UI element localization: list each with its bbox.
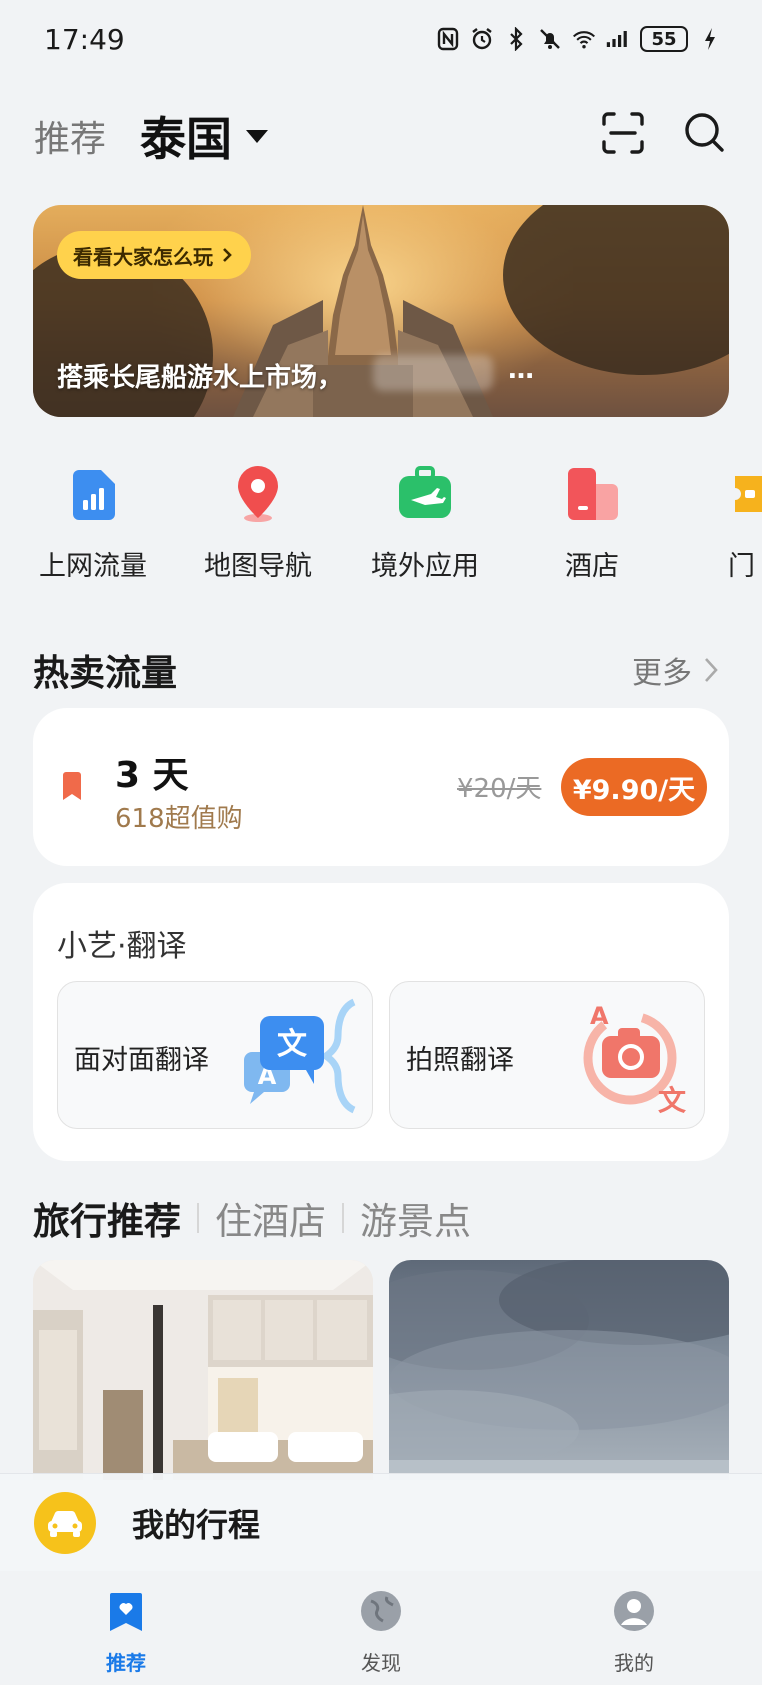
header: 推荐 泰国 <box>0 96 762 176</box>
globe-icon <box>361 1591 401 1631</box>
car-icon <box>34 1491 96 1554</box>
my-itinerary-bar[interactable]: 我的行程 <box>0 1473 762 1571</box>
banner-caption: 搭乘长尾船游水上市场， <box>57 363 344 393</box>
quick-entry-label: 地图导航 <box>204 551 312 582</box>
search-icon <box>685 113 724 152</box>
more-label: 更多 <box>632 656 692 691</box>
translate-option-label: 拍照翻译 <box>406 1045 514 1076</box>
tab-divider <box>197 1203 199 1233</box>
face-to-face-translate-button[interactable]: 面对面翻译 A 文 <box>57 981 373 1129</box>
chevron-down-icon[interactable] <box>246 129 269 143</box>
charging-icon <box>698 27 722 51</box>
signal-icon <box>606 27 630 51</box>
status-icons: 55 <box>436 26 722 52</box>
map-pin-icon <box>238 466 278 522</box>
banner-ellipsis: … <box>508 355 534 385</box>
mute-icon <box>538 27 562 51</box>
cloudy-sky-photo[interactable] <box>389 1260 729 1480</box>
quick-entry-label: 上网流量 <box>39 551 147 582</box>
nav-label: 推荐 <box>106 1651 146 1675</box>
photo-translate-icon: A 文 <box>583 1002 686 1117</box>
quick-entries: 上网流量 地图导航 境外应用 酒店 门 <box>0 462 762 592</box>
region-selector[interactable]: 泰国 <box>140 103 232 169</box>
nfc-icon <box>436 27 460 51</box>
svg-text:A: A <box>590 1002 609 1030</box>
status-bar: 17:49 55 <box>0 0 762 78</box>
travel-bag-icon <box>399 466 451 518</box>
itinerary-label: 我的行程 <box>132 1505 261 1544</box>
nav-label: 我的 <box>614 1651 654 1675</box>
status-time: 17:49 <box>44 22 125 56</box>
bottom-nav: 推荐 发现 我的 <box>0 1571 762 1685</box>
plan-original-price: ¥20/天 <box>457 774 542 804</box>
scan-icon <box>602 112 644 154</box>
nav-mine[interactable]: 我的 <box>564 1589 704 1676</box>
hotel-icon <box>568 468 618 520</box>
nav-recommend[interactable]: 推荐 <box>56 1589 196 1676</box>
alarm-icon <box>470 27 494 51</box>
tab-divider <box>342 1203 344 1233</box>
translate-card: 小艺·翻译 面对面翻译 A 文 拍照翻译 A 文 <box>33 883 729 1161</box>
bluetooth-icon <box>504 27 528 51</box>
nav-label: 发现 <box>361 1651 401 1675</box>
pill-label: 看看大家怎么玩 <box>73 244 213 269</box>
tab-travel-recommend[interactable]: 旅行推荐 <box>33 1191 181 1245</box>
quick-entry-data[interactable]: 上网流量 <box>18 462 168 583</box>
quick-entry-map[interactable]: 地图导航 <box>183 462 333 583</box>
tab-hotels[interactable]: 住酒店 <box>215 1191 326 1245</box>
banner-caption-obscured <box>373 355 493 391</box>
section-title-hot-data: 热卖流量 <box>33 653 178 694</box>
quick-entry-label: 境外应用 <box>371 551 479 582</box>
buy-price-button[interactable]: ¥9.90/天 <box>561 758 707 816</box>
wifi-icon <box>572 27 596 51</box>
data-plan-card[interactable]: 3 天 618超值购 ¥20/天 ¥9.90/天 <box>33 708 729 866</box>
profile-icon <box>614 1591 654 1631</box>
svg-text:文: 文 <box>277 1027 307 1062</box>
travel-tabs: 旅行推荐 住酒店 游景点 <box>33 1192 471 1244</box>
bookmark-icon <box>63 772 81 800</box>
quick-entry-label: 门 <box>728 551 755 582</box>
hotel-room-photo[interactable] <box>33 1260 373 1480</box>
search-button[interactable] <box>680 108 730 158</box>
quick-entry-label: 酒店 <box>565 551 619 582</box>
photo-translate-button[interactable]: 拍照翻译 A 文 <box>389 981 705 1129</box>
tab-attractions[interactable]: 游景点 <box>360 1191 471 1245</box>
tab-recommend[interactable]: 推荐 <box>34 110 106 162</box>
data-signal-icon <box>73 470 115 520</box>
translate-title: 小艺·翻译 <box>57 929 187 964</box>
chevron-right-icon <box>705 658 718 682</box>
ticket-icon <box>735 476 762 512</box>
battery-indicator: 55 <box>640 26 688 52</box>
hero-banner[interactable]: 看看大家怎么玩 搭乘长尾船游水上市场， … <box>33 205 729 417</box>
plan-promo: 618超值购 <box>115 804 243 834</box>
recommend-icon <box>110 1593 142 1631</box>
cloudy-sky-image <box>389 1260 729 1480</box>
plan-duration: 3 天 <box>115 755 189 796</box>
quick-entry-overseas-apps[interactable]: 境外应用 <box>350 462 500 583</box>
chevron-right-icon <box>223 248 232 262</box>
face-to-face-translate-icon: A 文 <box>244 998 356 1114</box>
scan-button[interactable] <box>598 108 648 158</box>
translate-option-label: 面对面翻译 <box>74 1045 209 1076</box>
more-link[interactable]: 更多 <box>632 648 718 692</box>
svg-text:文: 文 <box>658 1084 686 1117</box>
see-how-others-play-button[interactable]: 看看大家怎么玩 <box>57 231 251 279</box>
quick-entry-tickets[interactable]: 门 <box>680 462 762 583</box>
nav-discover[interactable]: 发现 <box>311 1589 451 1676</box>
quick-entry-hotel[interactable]: 酒店 <box>517 462 667 583</box>
hotel-room-image <box>33 1260 373 1480</box>
